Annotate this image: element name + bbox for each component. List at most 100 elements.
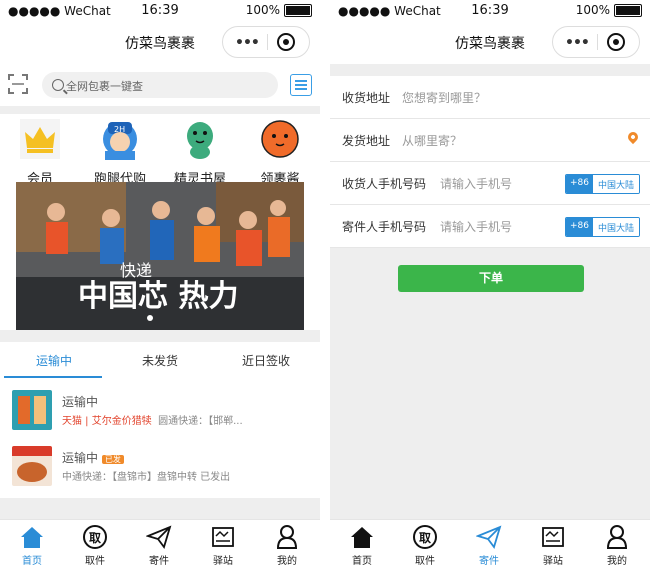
product-thumbnail xyxy=(12,390,52,430)
submit-order-button[interactable]: 下单 xyxy=(398,265,584,292)
tab-send[interactable]: 寄件 xyxy=(469,524,509,567)
pickup-icon: 取 xyxy=(412,524,438,550)
search-row: 全网包裹一键查 xyxy=(0,68,320,104)
send-screen: ●●●●● WeChat 16:39 100% 仿菜鸟裹裹 ••• 收货地址 您… xyxy=(330,0,650,568)
receiver-address-input[interactable]: 您想寄到哪里？ xyxy=(402,89,486,106)
tab-label: 驿站 xyxy=(213,556,233,567)
capsule-divider xyxy=(267,34,268,50)
banner-text-top: 快递 xyxy=(120,261,152,280)
battery-indicator: 100% xyxy=(246,3,312,17)
sender-phone-input[interactable]: 请输入手机号 xyxy=(440,218,512,235)
send-icon xyxy=(145,524,172,550)
tab-label: 首页 xyxy=(352,556,372,567)
send-form: 收货地址 您想寄到哪里？ 发货地址 从哪里寄？ 收货人手机号码 请输入手机号 +… xyxy=(330,76,650,248)
field-label: 收货人手机号码 xyxy=(342,177,427,191)
dinosaur-icon xyxy=(179,118,221,160)
tab-recently-signed[interactable]: 近日签收 xyxy=(216,352,316,369)
receiver-address-row[interactable]: 收货地址 您想寄到哪里？ xyxy=(330,76,650,119)
bottom-tab-bar: 首页 取 取件 寄件 驿站 我的 xyxy=(0,519,320,568)
tab-station[interactable]: 驿站 xyxy=(203,524,243,567)
divider xyxy=(0,498,320,520)
sender-address-input[interactable]: 从哪里寄？ xyxy=(402,132,462,149)
home-icon xyxy=(19,524,45,550)
active-tab-indicator xyxy=(4,376,102,378)
tab-send[interactable]: 寄件 xyxy=(139,524,179,567)
promo-banner[interactable]: 中国芯 热力 快递 xyxy=(16,182,304,330)
more-icon[interactable]: ••• xyxy=(565,35,590,51)
divider xyxy=(0,330,320,342)
screen-gap xyxy=(320,0,330,568)
battery-percent: 100% xyxy=(245,3,280,17)
target-icon[interactable] xyxy=(607,33,625,51)
field-label: 寄件人手机号码 xyxy=(342,220,427,234)
nav-bar: 仿菜鸟裹裹 ••• xyxy=(0,22,320,62)
location-pin-icon[interactable] xyxy=(625,129,641,145)
country-code-selector[interactable]: +86 中国大陆 xyxy=(564,174,640,194)
tab-in-transit[interactable]: 运输中 xyxy=(4,352,104,369)
status-bar: ●●●●● WeChat 16:39 100% xyxy=(0,0,320,22)
menu-item-errand[interactable]: 2H 跑腿代购 xyxy=(80,116,160,187)
orange-mascot-icon xyxy=(259,118,301,160)
tab-label: 取件 xyxy=(415,556,435,567)
status-badge: 已发 xyxy=(101,455,124,464)
tab-me[interactable]: 我的 xyxy=(597,524,637,567)
nav-bar: 仿菜鸟裹裹 ••• xyxy=(330,22,650,64)
receiver-phone-input[interactable]: 请输入手机号 xyxy=(440,175,512,192)
tab-station[interactable]: 驿站 xyxy=(533,524,573,567)
package-item[interactable]: 运输中 已发 中通快递：【盘锦市】盘锦中转 已发出 xyxy=(0,446,320,502)
country-code: +86 xyxy=(565,175,593,193)
search-input[interactable]: 全网包裹一键查 xyxy=(42,72,278,98)
tab-home[interactable]: 首页 xyxy=(342,524,382,567)
search-placeholder: 全网包裹一键查 xyxy=(66,80,143,93)
courier-icon: 2H xyxy=(99,118,141,160)
tab-label: 我的 xyxy=(607,556,627,567)
mini-program-capsule[interactable]: ••• xyxy=(222,26,310,58)
tab-pickup[interactable]: 取 取件 xyxy=(405,524,445,567)
banner-text: 中国芯 热力 xyxy=(78,279,238,314)
receiver-phone-row: 收货人手机号码 请输入手机号 +86 中国大陆 xyxy=(330,162,650,205)
bottom-tab-bar: 首页 取 取件 寄件 驿站 我的 xyxy=(330,519,650,568)
svg-text:取: 取 xyxy=(419,531,431,545)
user-icon xyxy=(274,524,300,550)
list-icon[interactable] xyxy=(290,74,312,96)
tab-home[interactable]: 首页 xyxy=(12,524,52,567)
country-code-selector[interactable]: +86 中国大陆 xyxy=(564,217,640,237)
tab-label: 取件 xyxy=(85,556,105,567)
capsule-divider xyxy=(597,34,598,50)
sender-phone-row: 寄件人手机号码 请输入手机号 +86 中国大陆 xyxy=(330,205,650,248)
station-icon xyxy=(540,524,566,550)
package-item[interactable]: 运输中 天猫 | 艾尔金价猎犊 圆通快递：【邯郸... xyxy=(0,390,320,446)
package-tabs: 运输中 未发货 近日签收 xyxy=(0,342,320,378)
package-status: 运输中 已发 xyxy=(62,449,124,466)
tab-me[interactable]: 我的 xyxy=(267,524,307,567)
tracking-info: 圆通快递：【邯郸... xyxy=(158,416,243,427)
sender-address-row[interactable]: 发货地址 从哪里寄？ xyxy=(330,119,650,162)
more-icon[interactable]: ••• xyxy=(235,35,260,51)
home-icon xyxy=(349,524,375,550)
tracking-info: 中通快递：【盘锦市】盘锦中转 已发出 xyxy=(62,472,231,483)
tab-label: 首页 xyxy=(22,556,42,567)
battery-icon xyxy=(284,3,312,17)
status-text: 运输中 xyxy=(62,451,99,465)
tab-pickup[interactable]: 取 取件 xyxy=(75,524,115,567)
divider xyxy=(0,106,320,114)
product-thumbnail xyxy=(12,446,52,486)
battery-percent: 100% xyxy=(575,3,610,17)
target-icon[interactable] xyxy=(277,33,295,51)
search-icon xyxy=(52,79,64,91)
shop-name: 天猫 | 艾尔金价猎犊 xyxy=(62,416,152,427)
station-icon xyxy=(210,524,236,550)
pickup-icon: 取 xyxy=(82,524,108,550)
tab-not-shipped[interactable]: 未发货 xyxy=(110,352,210,369)
send-icon xyxy=(475,524,502,550)
menu-item-member[interactable]: 会员 xyxy=(0,116,80,187)
menu-item-mascot[interactable]: 领裹酱 xyxy=(240,116,320,187)
region-name: 中国大陆 xyxy=(592,218,639,236)
battery-indicator: 100% xyxy=(576,3,642,17)
menu-item-bookstore[interactable]: 精灵书屋 xyxy=(160,116,240,187)
svg-text:取: 取 xyxy=(89,531,101,545)
scan-icon[interactable] xyxy=(8,74,28,94)
status-bar: ●●●●● WeChat 16:39 100% xyxy=(330,0,650,22)
mini-program-capsule[interactable]: ••• xyxy=(552,26,640,58)
country-code: +86 xyxy=(565,218,593,236)
